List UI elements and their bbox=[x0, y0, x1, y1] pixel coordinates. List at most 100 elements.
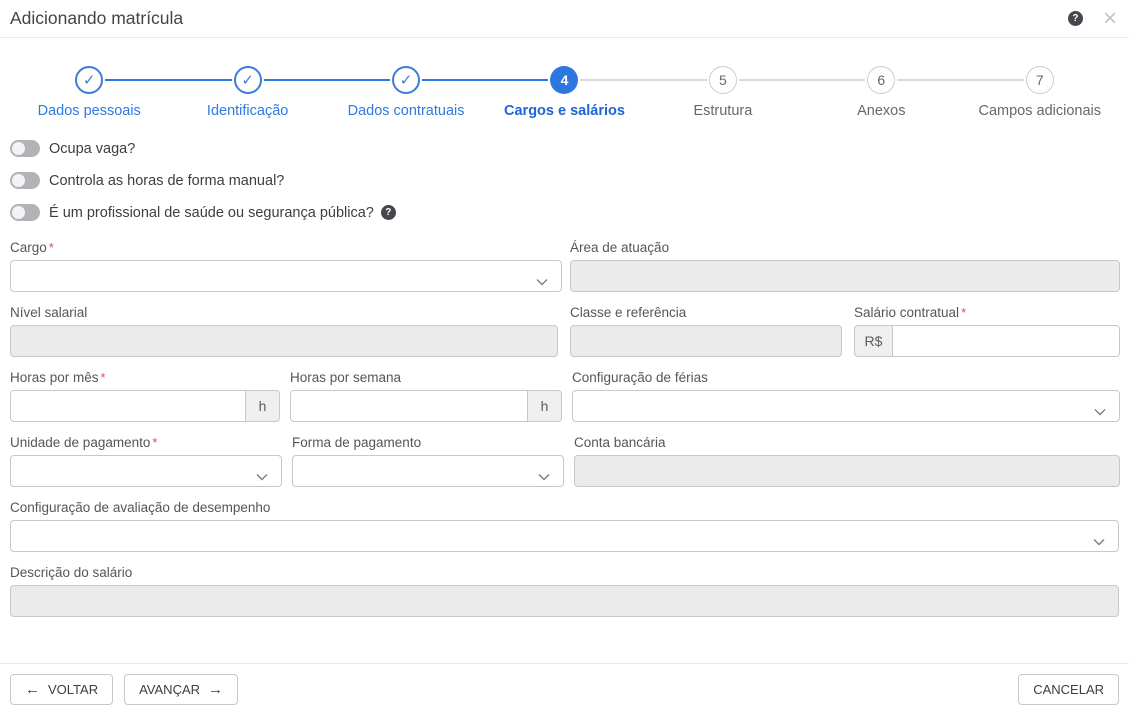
step-connector bbox=[168, 79, 231, 81]
currency-prefix: R$ bbox=[854, 325, 892, 357]
horas-semana-input[interactable] bbox=[290, 390, 528, 422]
step-connector bbox=[105, 79, 168, 81]
header-divider bbox=[0, 37, 1129, 38]
required-marker: * bbox=[49, 240, 54, 255]
classe-referencia-input bbox=[570, 325, 842, 357]
field-label: Descrição do salário bbox=[10, 565, 1119, 580]
step-anexos[interactable]: 6 Anexos bbox=[802, 66, 960, 119]
step-connector bbox=[739, 79, 802, 81]
next-button-label: AVANÇAR bbox=[139, 682, 200, 697]
toggle-row-controla-horas: Controla as horas de forma manual? bbox=[10, 172, 1119, 189]
wizard-stepper: ✓ Dados pessoais ✓ Identificação ✓ Dados… bbox=[10, 66, 1119, 119]
toggle-section: Ocupa vaga? Controla as horas de forma m… bbox=[10, 140, 1119, 221]
cancel-button-label: CANCELAR bbox=[1033, 682, 1104, 697]
config-avaliacao-select[interactable] bbox=[10, 520, 1119, 552]
check-icon: ✓ bbox=[75, 66, 103, 94]
step-label: Campos adicionais bbox=[978, 103, 1101, 119]
field-area-atuacao: Área de atuação bbox=[570, 240, 1120, 292]
hours-suffix: h bbox=[246, 390, 280, 422]
field-salario-contratual: Salário contratual* R$ bbox=[854, 305, 1120, 357]
step-connector bbox=[264, 79, 327, 81]
back-button-label: VOLTAR bbox=[48, 682, 98, 697]
toggle-label: Ocupa vaga? bbox=[49, 141, 135, 157]
ocupa-vaga-toggle[interactable] bbox=[10, 140, 40, 157]
hours-suffix: h bbox=[528, 390, 562, 422]
step-label: Dados pessoais bbox=[38, 103, 141, 119]
forma-pagamento-select[interactable] bbox=[292, 455, 564, 487]
step-connector bbox=[644, 79, 707, 81]
field-label: Unidade de pagamento* bbox=[10, 435, 282, 450]
step-cargos-e-salarios[interactable]: 4 Cargos e salários bbox=[485, 66, 643, 119]
step-connector bbox=[961, 79, 1024, 81]
step-number: 5 bbox=[709, 66, 737, 94]
check-icon: ✓ bbox=[234, 66, 262, 94]
field-horas-semana: Horas por semana h bbox=[290, 370, 562, 422]
field-unidade-pagamento: Unidade de pagamento* bbox=[10, 435, 282, 487]
arrow-left-icon: ← bbox=[25, 681, 40, 698]
step-connector bbox=[422, 79, 485, 81]
step-label: Dados contratuais bbox=[348, 103, 465, 119]
step-dados-contratuais[interactable]: ✓ Dados contratuais bbox=[327, 66, 485, 119]
cargo-select[interactable] bbox=[10, 260, 562, 292]
conta-bancaria-input bbox=[574, 455, 1120, 487]
field-label: Forma de pagamento bbox=[292, 435, 564, 450]
toggle-knob bbox=[12, 174, 25, 187]
field-label: Cargo* bbox=[10, 240, 562, 255]
next-button[interactable]: AVANÇAR → bbox=[124, 674, 238, 705]
field-label: Configuração de férias bbox=[572, 370, 1120, 385]
arrow-right-icon: → bbox=[208, 681, 223, 698]
help-icon[interactable]: ? bbox=[381, 205, 396, 220]
step-dados-pessoais[interactable]: ✓ Dados pessoais bbox=[10, 66, 168, 119]
toggle-label: Controla as horas de forma manual? bbox=[49, 173, 284, 189]
step-campos-adicionais[interactable]: 7 Campos adicionais bbox=[961, 66, 1119, 119]
field-label: Classe e referência bbox=[570, 305, 842, 320]
field-label: Horas por mês* bbox=[10, 370, 280, 385]
horas-mes-input[interactable] bbox=[10, 390, 246, 422]
step-connector bbox=[580, 79, 643, 81]
toggle-knob bbox=[12, 206, 25, 219]
controla-horas-toggle[interactable] bbox=[10, 172, 40, 189]
step-label: Cargos e salários bbox=[504, 103, 625, 119]
footer-actions: ← VOLTAR AVANÇAR → CANCELAR bbox=[0, 674, 1129, 705]
toggle-label: É um profissional de saúde ou segurança … bbox=[49, 205, 374, 221]
field-descricao-salario: Descrição do salário bbox=[10, 565, 1119, 617]
step-connector bbox=[802, 79, 865, 81]
step-estrutura[interactable]: 5 Estrutura bbox=[644, 66, 802, 119]
salario-contratual-input[interactable] bbox=[892, 325, 1120, 357]
field-label: Configuração de avaliação de desempenho bbox=[10, 500, 1119, 515]
field-cargo: Cargo* bbox=[10, 240, 562, 292]
field-config-avaliacao: Configuração de avaliação de desempenho bbox=[10, 500, 1119, 552]
area-atuacao-input bbox=[570, 260, 1120, 292]
config-ferias-select[interactable] bbox=[572, 390, 1120, 422]
required-marker: * bbox=[152, 435, 157, 450]
cancel-button[interactable]: CANCELAR bbox=[1018, 674, 1119, 705]
field-conta-bancaria: Conta bancária bbox=[574, 435, 1120, 487]
step-label: Identificação bbox=[207, 103, 288, 119]
step-connector bbox=[485, 79, 548, 81]
help-icon[interactable]: ? bbox=[1068, 11, 1083, 26]
field-horas-mes: Horas por mês* h bbox=[10, 370, 280, 422]
field-classe-referencia: Classe e referência bbox=[570, 305, 842, 357]
chevron-down-icon bbox=[1094, 403, 1106, 421]
chevron-down-icon bbox=[256, 468, 268, 486]
chevron-down-icon bbox=[1093, 533, 1105, 551]
close-icon[interactable]: × bbox=[1103, 7, 1117, 31]
step-connector bbox=[327, 79, 390, 81]
unidade-pagamento-select[interactable] bbox=[10, 455, 282, 487]
profissional-saude-toggle[interactable] bbox=[10, 204, 40, 221]
step-label: Anexos bbox=[857, 103, 905, 119]
back-button[interactable]: ← VOLTAR bbox=[10, 674, 113, 705]
step-label: Estrutura bbox=[693, 103, 752, 119]
footer-divider bbox=[0, 663, 1129, 664]
toggle-row-ocupa-vaga: Ocupa vaga? bbox=[10, 140, 1119, 157]
required-marker: * bbox=[101, 370, 106, 385]
chevron-down-icon bbox=[536, 273, 548, 291]
field-label: Salário contratual* bbox=[854, 305, 1120, 320]
page-title: Adicionando matrícula bbox=[10, 8, 1068, 29]
field-forma-pagamento: Forma de pagamento bbox=[292, 435, 564, 487]
step-number: 7 bbox=[1026, 66, 1054, 94]
field-config-ferias: Configuração de férias bbox=[572, 370, 1120, 422]
required-marker: * bbox=[961, 305, 966, 320]
step-identificacao[interactable]: ✓ Identificação bbox=[168, 66, 326, 119]
step-number: 4 bbox=[550, 66, 578, 94]
